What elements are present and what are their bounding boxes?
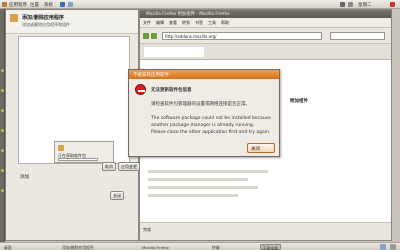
launcher-dot-icon[interactable] [1,69,4,72]
cancel-button[interactable]: 取消 [102,162,116,171]
launcher-dot-icon[interactable] [1,109,4,112]
progress-popup: 正在获取软件包 [54,141,114,163]
network-icon[interactable] [340,2,345,7]
taskbar-terminal[interactable]: 终端 [210,244,222,250]
volume-icon[interactable] [348,2,353,7]
menu-applications[interactable]: 应用程序 [9,2,27,8]
bottom-panel: 桌面 添加/删除应用程序 Mozilla Firefox 终端 不能安装 [0,242,400,250]
error-icon-bar [138,89,145,92]
mail-launcher-icon[interactable] [68,2,73,7]
close-button[interactable]: 关闭 [110,191,124,200]
package-icon [58,145,64,151]
section-label: 添加 [20,175,29,180]
content-heading: 附加组件 [290,99,308,104]
dialog-close-button[interactable]: 关闭 [247,143,275,153]
add-remove-applications-window: 添加/删除应用程序 添加或删除应用程序和组件 正在获取软件包 取消 应用变更 添… [5,9,140,241]
forward-icon[interactable] [151,33,157,39]
content-line [148,186,258,189]
content-line [148,194,238,197]
menu-edit[interactable]: 编辑 [156,20,164,26]
firefox-launcher-icon[interactable] [60,2,65,7]
window-subtitle: 添加或删除应用程序和组件 [22,22,70,27]
trash-icon[interactable] [390,244,396,250]
window-title: 添加/删除应用程序 [22,15,64,21]
menu-help[interactable]: 帮助 [221,20,229,26]
launcher-dot-icon[interactable] [1,189,4,192]
menu-bookmarks[interactable]: 书签 [195,20,203,26]
tab-bar [140,44,391,60]
dialog-line: 请检查软件包管理器的设置或网络连接是否正常。 [151,102,250,107]
status-bar: 完成 [140,222,391,240]
browser-menubar: 文件 编辑 查看 转到 书签 工具 帮助 [140,18,391,28]
tab-active[interactable] [144,47,204,57]
browser-title: Mozilla Firefox 附加组件 - Mozilla Firefox [140,10,391,18]
launcher-dot-icon[interactable] [1,169,4,172]
window-header: 添加/删除应用程序 添加或删除应用程序和组件 [6,10,138,34]
ubuntu-logo-icon[interactable] [2,2,7,7]
apply-changes-button[interactable]: 应用变更 [118,162,140,171]
navigation-toolbar: http://addons.mozilla.org/ [140,28,391,44]
menu-file[interactable]: 文件 [143,20,151,26]
menu-tools[interactable]: 工具 [208,20,216,26]
address-bar[interactable]: http://addons.mozilla.org/ [162,32,322,40]
dialog-title: 不能安装应用软件 [129,70,279,79]
dialog-heading: 无法更新软件包信息 [151,88,192,93]
launcher-dot-icon[interactable] [1,89,4,92]
taskbar-desktop[interactable]: 桌面 [2,244,14,250]
launcher-dot-icon[interactable] [1,129,4,132]
launcher-dot-icon[interactable] [1,149,4,152]
taskbar-error-dialog[interactable]: 不能安装 [260,244,282,250]
error-dialog: 不能安装应用软件 无法更新软件包信息 请检查软件包管理器的设置或网络连接是否正常… [128,69,280,157]
taskbar-firefox[interactable]: Mozilla Firefox [140,244,171,250]
menu-view[interactable]: 查看 [169,20,177,26]
taskbar-add-remove[interactable]: 添加/删除应用程序 [60,244,96,250]
menu-system[interactable]: 系统 [44,2,53,8]
back-icon[interactable] [143,33,149,39]
power-icon[interactable] [390,2,395,7]
error-icon [135,84,146,95]
menu-places[interactable]: 位置 [30,2,39,8]
dialog-line: The software package could not be instal… [151,116,271,121]
content-line [148,170,268,173]
workspace-switcher-icon[interactable] [380,244,386,250]
package-icon [10,14,18,22]
content-line [148,178,248,181]
status-text: 完成 [143,227,151,232]
progress-bar [58,158,98,161]
dialog-line: Please close the other application first… [151,130,271,135]
menu-go[interactable]: 转到 [182,20,190,26]
clock[interactable]: 星期二 [358,2,372,8]
top-panel: 应用程序 位置 系统 星期二 [0,0,400,9]
search-input[interactable] [330,32,385,40]
dialog-line: another package manager is already runni… [151,123,255,128]
